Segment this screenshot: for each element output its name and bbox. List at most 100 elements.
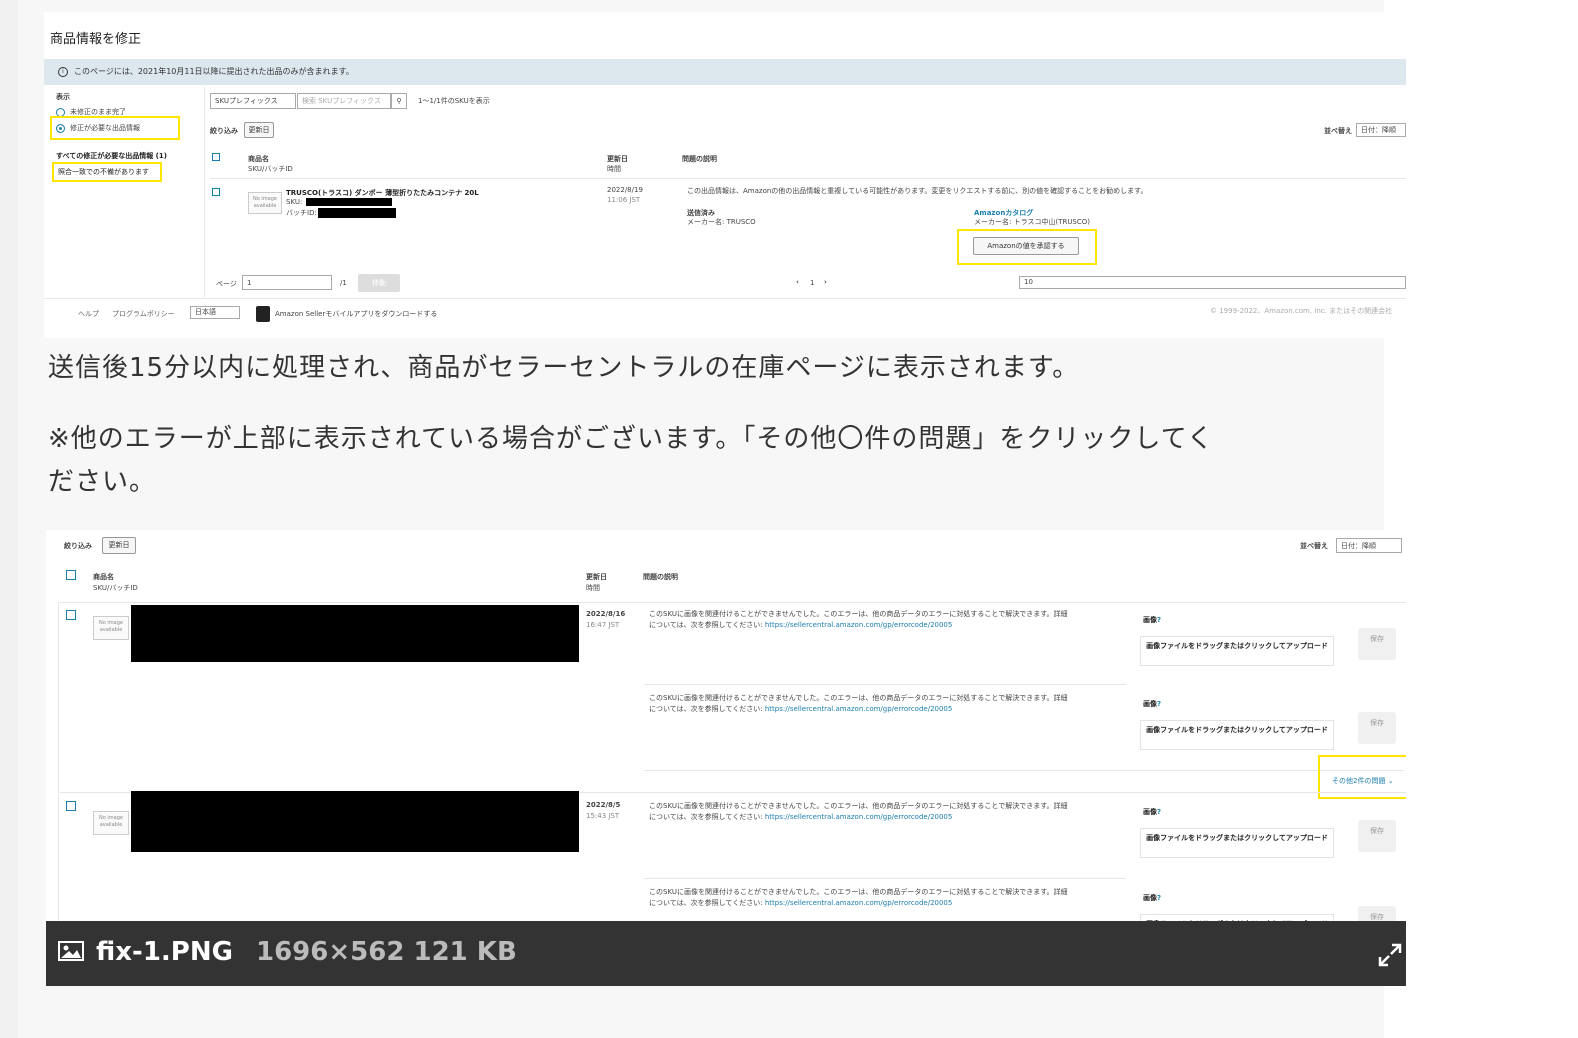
header-divider: [60, 602, 1406, 603]
caption-meta: 1696×562 121 KB: [256, 937, 517, 967]
footer-copyright: © 1999-2022、Amazon.com, Inc. またはその関連会社: [1210, 307, 1393, 315]
next-page-icon[interactable]: ›: [824, 278, 827, 286]
sent-maker: メーカー名: TRUSCO: [687, 218, 756, 226]
result-count: 1～1/1件のSKUを表示: [418, 97, 490, 105]
error-text: このSKUに画像を関連付けることができませんでした。このエラーは、他の商品データ…: [649, 694, 1068, 713]
error-text: このSKUに画像を関連付けることができませんでした。このエラーは、他の商品データ…: [649, 802, 1068, 821]
select-all-checkbox[interactable]: [212, 153, 220, 161]
prev-page-icon[interactable]: ‹: [796, 278, 799, 286]
help-icon: ?: [1157, 894, 1162, 902]
filter-updated-button[interactable]: 更新日: [244, 122, 274, 138]
filter-label: 絞り込み: [210, 127, 238, 135]
sidebar-divider: [204, 87, 205, 297]
save-button[interactable]: 保存: [1358, 820, 1396, 852]
paragraph-note-line2: ださい。: [48, 467, 157, 497]
redacted-product: [131, 605, 579, 662]
col-updated: 更新日: [586, 573, 607, 581]
expand-icon[interactable]: [1378, 943, 1402, 967]
info-banner: i このページには、2021年10月11日以降に提出された出品のみが含まれます。: [44, 59, 1406, 85]
current-page[interactable]: 1: [810, 279, 814, 287]
highlight-box: [52, 162, 162, 182]
info-text: このページには、2021年10月11日以降に提出された出品のみが含まれます。: [74, 67, 354, 76]
display-label: 表示: [56, 93, 70, 101]
col-updated: 更新日: [607, 155, 628, 163]
save-button[interactable]: 保存: [1358, 712, 1396, 744]
sort-label: 並べ替え: [1300, 542, 1328, 550]
image-label: 画像?: [1143, 616, 1162, 624]
footer-app-link[interactable]: Amazon Sellerモバイルアプリをダウンロードする: [275, 309, 437, 319]
left-gutter: [0, 0, 18, 1038]
sku-type-select[interactable]: SKUプレフィックス: [210, 93, 296, 109]
page-title: 商品情報を修正: [50, 32, 142, 47]
sku-label: SKU:: [286, 198, 303, 206]
row-date: 2022/8/5: [586, 801, 621, 809]
error-link[interactable]: https://sellercentral.amazon.com/gp/erro…: [765, 813, 953, 821]
row-time: 15:43 JST: [586, 812, 620, 820]
sort-select[interactable]: 日付：降順: [1336, 538, 1402, 553]
help-icon: ?: [1157, 700, 1162, 708]
no-image-thumbnail: No image available: [93, 811, 129, 835]
row-date: 2022/8/19: [607, 186, 643, 194]
issue-text: この出品情報は、Amazonの他の出品情報と重複している可能性があります。変更を…: [687, 187, 1148, 195]
per-page-select[interactable]: 10: [1019, 276, 1406, 289]
error-link[interactable]: https://sellercentral.amazon.com/gp/erro…: [765, 899, 953, 907]
sort-label: 並べ替え: [1324, 127, 1352, 135]
page-label: ページ: [216, 280, 237, 288]
col-updated-sub: 時間: [607, 165, 621, 173]
row-checkbox[interactable]: [66, 610, 76, 620]
filter-label: 絞り込み: [64, 542, 92, 550]
row-time: 11:06 JST: [607, 196, 641, 204]
col-issue: 問題の説明: [643, 573, 678, 581]
mobile-app-icon: [256, 306, 270, 322]
caption-filename: fix-1.PNG: [96, 937, 233, 967]
no-image-thumbnail: No image available: [93, 616, 129, 640]
search-icon[interactable]: ⚲: [391, 93, 407, 109]
redacted-product: [131, 791, 579, 852]
image-label: 画像?: [1143, 808, 1162, 816]
error-text: このSKUに画像を関連付けることができませんでした。このエラーは、他の商品データ…: [649, 888, 1068, 907]
sku-search-input[interactable]: 検索 SKUプレフィックス: [297, 93, 391, 109]
paragraph-note-line1: ※他のエラーが上部に表示されている場合がございます。「その他〇件の問題」をクリッ…: [48, 424, 1214, 454]
image-upload-dropzone[interactable]: 画像ファイルをドラッグまたはクリックしてアップロード: [1140, 720, 1334, 750]
help-icon: ?: [1157, 808, 1162, 816]
image-label: 画像?: [1143, 894, 1162, 902]
row-time: 16:47 JST: [586, 621, 620, 629]
error-link[interactable]: https://sellercentral.amazon.com/gp/erro…: [765, 621, 953, 629]
row-checkbox[interactable]: [66, 801, 76, 811]
issue-divider: [644, 684, 1126, 685]
filter-updated-button[interactable]: 更新日: [102, 537, 136, 554]
page-input[interactable]: 1: [242, 275, 332, 290]
batch-label: バッチID:: [286, 209, 317, 217]
no-image-thumbnail: No image available: [248, 192, 282, 214]
col-updated-sub: 時間: [586, 584, 600, 592]
select-all-checkbox[interactable]: [66, 570, 76, 580]
col-issue: 問題の説明: [682, 155, 717, 163]
help-icon: ?: [1157, 616, 1162, 624]
row-checkbox[interactable]: [212, 188, 220, 196]
language-select[interactable]: 日本語: [190, 306, 240, 319]
image-caption-bar: fix-1.PNG 1696×562 121 KB: [46, 921, 1406, 986]
save-button[interactable]: 保存: [1358, 628, 1396, 660]
col-product-sub: SKU/バッチID: [248, 165, 293, 173]
sort-select[interactable]: 日付：降順: [1356, 123, 1406, 137]
redacted-sku: [306, 198, 392, 206]
footer-policy[interactable]: プログラムポリシー: [112, 309, 175, 319]
all-needed-label[interactable]: すべての修正が必要な出品情報 (1): [56, 151, 167, 161]
page-go-button[interactable]: 移動: [358, 274, 400, 292]
footer-divider: [44, 298, 1406, 299]
row-date: 2022/8/16: [586, 610, 626, 618]
footer-help[interactable]: ヘルプ: [78, 309, 99, 319]
page-total: /1: [340, 279, 347, 287]
error-link[interactable]: https://sellercentral.amazon.com/gp/erro…: [765, 705, 953, 713]
error-text: このSKUに画像を関連付けることができませんでした。このエラーは、他の商品データ…: [649, 610, 1068, 629]
image-upload-dropzone[interactable]: 画像ファイルをドラッグまたはクリックしてアップロード: [1140, 636, 1334, 666]
screenshot-fix-listing: 商品情報を修正 i このページには、2021年10月11日以降に提出された出品のみ…: [44, 12, 1406, 338]
catalog-maker: メーカー名: トラスコ中山(TRUSCO): [974, 218, 1091, 226]
highlight-box: [50, 116, 180, 140]
screenshot-image-errors: 絞り込み 更新日 並べ替え 日付：降順 商品名 SKU/バッチID 更新日 時間…: [46, 530, 1406, 986]
issue-divider: [644, 770, 1404, 771]
header-divider: [210, 178, 1406, 179]
image-upload-dropzone[interactable]: 画像ファイルをドラッグまたはクリックしてアップロード: [1140, 828, 1334, 858]
product-title[interactable]: TRUSCO(トラスコ) ダンボー 薄型折りたたみコンテナ 20L: [286, 188, 479, 198]
issue-divider: [644, 878, 1126, 879]
